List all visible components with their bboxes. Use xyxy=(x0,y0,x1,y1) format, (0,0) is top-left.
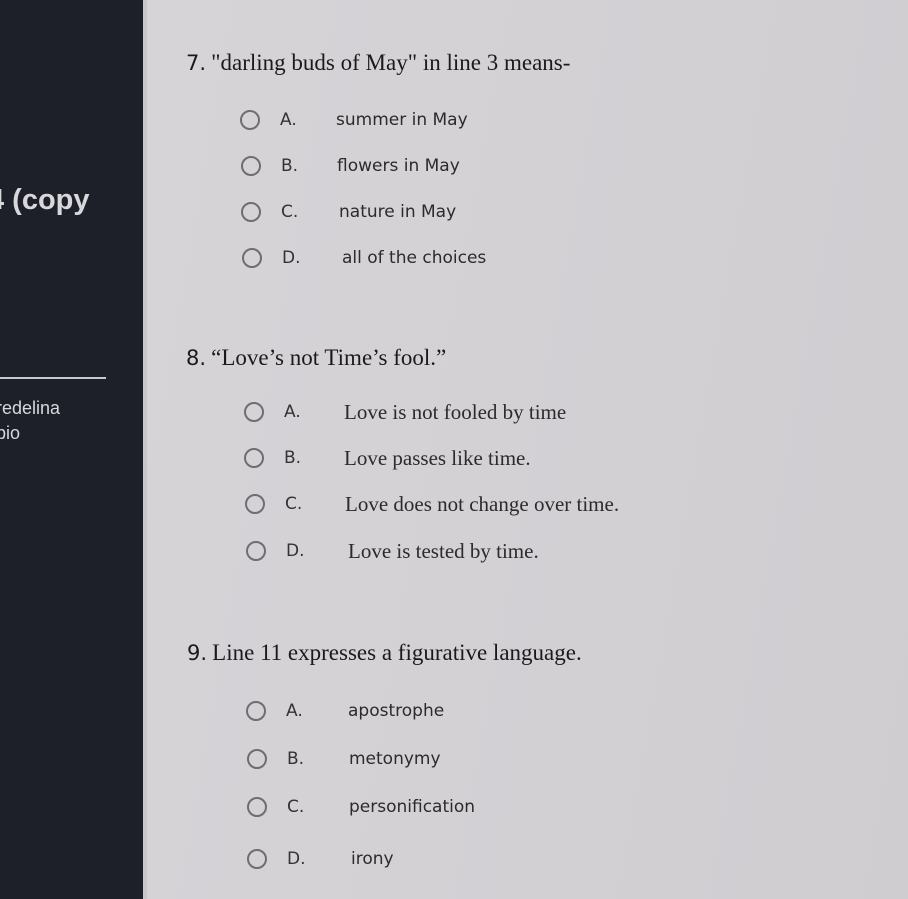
sidebar-divider xyxy=(0,377,106,379)
radio-button-icon[interactable] xyxy=(241,156,261,176)
radio-button-icon[interactable] xyxy=(246,541,266,561)
option-text: Love passes like time. xyxy=(344,445,531,470)
option-text: Love is not fooled by time xyxy=(344,399,567,424)
radio-button-icon[interactable] xyxy=(244,402,264,422)
q8-option-d[interactable]: D. Love is tested by time. xyxy=(246,537,539,565)
q9-option-b[interactable]: B. metonymy xyxy=(247,745,441,773)
radio-button-icon[interactable] xyxy=(247,849,267,869)
q8-option-b[interactable]: B. Love passes like time. xyxy=(244,444,531,472)
question-text: "darling buds of May" in line 3 means- xyxy=(211,50,571,75)
q7-option-b[interactable]: B. flowers in May xyxy=(241,152,460,180)
radio-button-icon[interactable] xyxy=(240,110,260,130)
option-text: apostrophe xyxy=(348,701,445,721)
option-letter: C. xyxy=(287,797,305,817)
option-letter: A. xyxy=(280,110,297,130)
option-letter: D. xyxy=(287,849,306,869)
radio-button-icon[interactable] xyxy=(247,749,267,769)
user-name: redelina xyxy=(0,398,61,418)
option-text: Love is tested by time. xyxy=(348,538,539,563)
q8-option-c[interactable]: C. Love does not change over time. xyxy=(245,490,619,518)
option-letter: D. xyxy=(282,248,301,268)
radio-button-icon[interactable] xyxy=(247,797,267,817)
option-text: metonymy xyxy=(349,749,441,769)
option-text: summer in May xyxy=(336,110,468,130)
question-number: 9. xyxy=(187,641,208,665)
option-letter: A. xyxy=(286,701,303,721)
question-text: Line 11 expresses a figurative language. xyxy=(212,640,582,665)
option-text: flowers in May xyxy=(337,156,460,176)
q7-option-a[interactable]: A. summer in May xyxy=(240,106,468,134)
radio-button-icon[interactable] xyxy=(244,448,264,468)
question-8: 8. “Love’s not Time’s fool.” xyxy=(186,345,446,371)
question-7: 7. "darling buds of May" in line 3 means… xyxy=(186,50,570,76)
radio-button-icon[interactable] xyxy=(246,701,266,721)
option-letter: D. xyxy=(286,541,305,561)
option-letter: B. xyxy=(284,448,302,468)
option-letter: C. xyxy=(285,494,303,514)
q9-option-a[interactable]: A. apostrophe xyxy=(246,697,444,725)
question-9: 9. Line 11 expresses a figurative langua… xyxy=(187,640,582,666)
radio-button-icon[interactable] xyxy=(242,248,262,268)
q7-option-d[interactable]: D. all of the choices xyxy=(242,244,486,272)
option-text: all of the choices xyxy=(342,248,487,268)
q8-option-a[interactable]: A. Love is not fooled by time xyxy=(244,398,566,426)
q7-option-c[interactable]: C. nature in May xyxy=(241,198,456,226)
option-text: nature in May xyxy=(339,202,457,222)
question-number: 7. xyxy=(186,51,207,75)
question-text: “Love’s not Time’s fool.” xyxy=(211,345,447,370)
quiz-title: 4 (copy xyxy=(0,184,90,216)
question-number: 8. xyxy=(186,346,207,370)
option-letter: A. xyxy=(284,402,301,422)
option-text: Love does not change over time. xyxy=(345,491,620,516)
option-letter: C. xyxy=(281,202,299,222)
q9-option-d[interactable]: D. irony xyxy=(247,845,394,873)
option-text: irony xyxy=(351,849,394,869)
sidebar: 4 (copy redelina bio xyxy=(0,0,143,899)
user-name-continued: bio xyxy=(0,423,21,443)
radio-button-icon[interactable] xyxy=(245,494,265,514)
option-letter: B. xyxy=(281,156,299,176)
radio-button-icon[interactable] xyxy=(241,202,261,222)
option-letter: B. xyxy=(287,749,305,769)
q9-option-c[interactable]: C. personification xyxy=(247,793,475,821)
option-text: personification xyxy=(349,797,476,817)
